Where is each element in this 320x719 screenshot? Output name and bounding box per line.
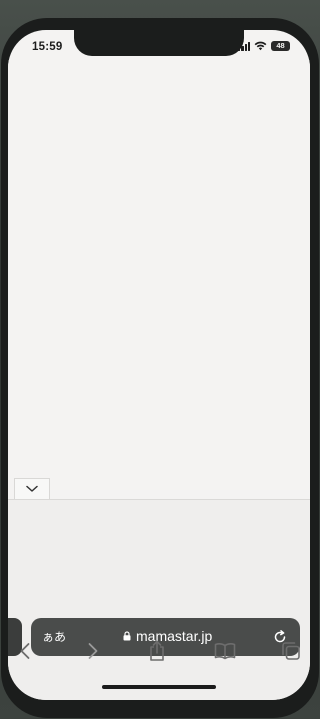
page-content[interactable] (8, 60, 310, 490)
forward-button[interactable] (78, 636, 108, 666)
battery-icon: 48 (271, 41, 290, 51)
book-icon (214, 643, 236, 660)
share-button[interactable] (142, 636, 172, 666)
tabs-icon (282, 642, 300, 660)
bookmarks-button[interactable] (210, 636, 240, 666)
status-icons: 48 (238, 41, 290, 51)
browser-screen: 15:59 48 ぁあ mamastar.jp (8, 30, 310, 700)
status-time: 15:59 (32, 41, 63, 53)
tabs-button[interactable] (276, 636, 306, 666)
collapse-button[interactable] (14, 478, 50, 500)
chevron-down-icon (26, 485, 38, 492)
battery-level: 48 (276, 41, 285, 50)
share-icon (150, 640, 164, 661)
wifi-icon (254, 41, 267, 51)
cellular-signal-icon (238, 41, 250, 51)
home-indicator[interactable] (102, 685, 216, 689)
chevron-left-icon (20, 643, 30, 659)
chevron-right-icon (88, 643, 98, 659)
browser-toolbar (8, 632, 310, 672)
camera-notch (74, 30, 244, 56)
back-button[interactable] (10, 636, 40, 666)
